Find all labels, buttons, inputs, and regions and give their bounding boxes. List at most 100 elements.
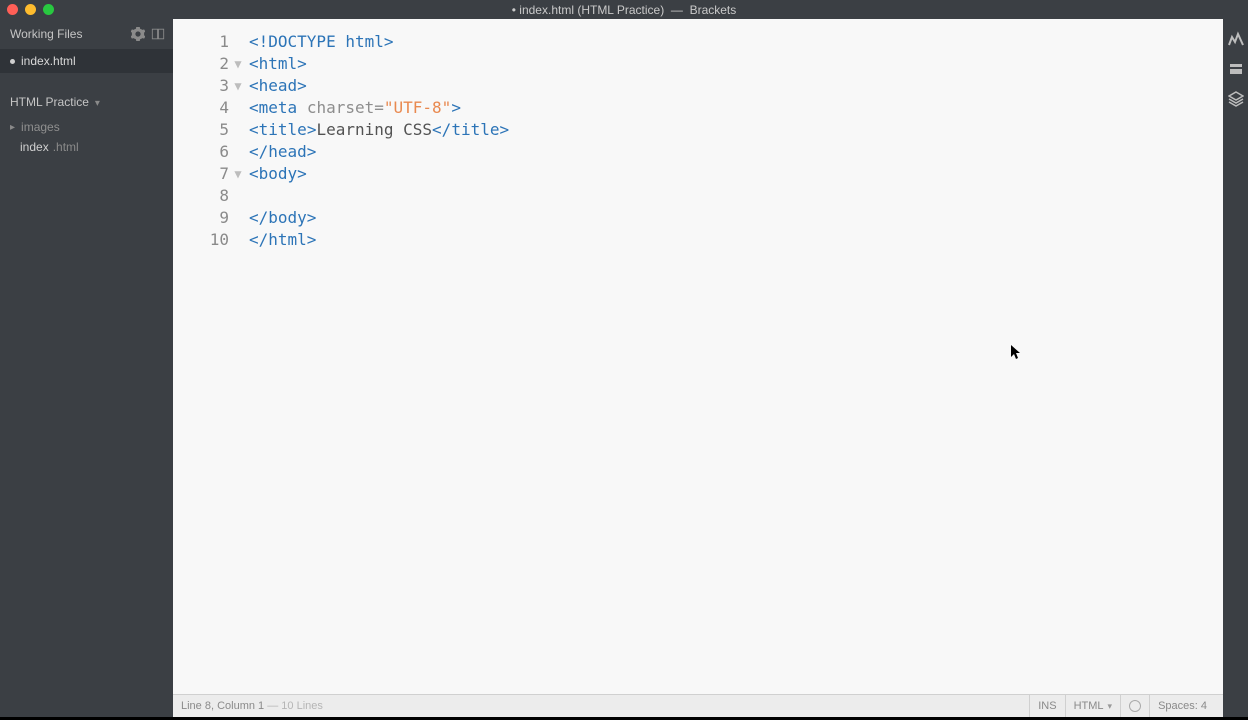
gutter-line: 3▼ — [173, 75, 249, 97]
extensions-icon[interactable] — [1228, 61, 1244, 77]
insert-mode-label: INS — [1038, 700, 1056, 712]
tree-folder-name: images — [21, 120, 60, 134]
statusbar-cursor-info: Line 8, Column 1 — 10 Lines — [181, 700, 323, 712]
code-token: DOCTYPE html — [268, 32, 384, 51]
code-line[interactable]: </head> — [249, 141, 1223, 163]
gutter-line: 1 — [173, 31, 249, 53]
gutter-line: 5 — [173, 119, 249, 141]
code-line[interactable]: <body> — [249, 163, 1223, 185]
code-line[interactable]: <title>Learning CSS</title> — [249, 119, 1223, 141]
code-line[interactable]: </body> — [249, 207, 1223, 229]
code-line[interactable]: <html> — [249, 53, 1223, 75]
extract-icon[interactable] — [1228, 91, 1244, 107]
working-files-header: Working Files — [0, 19, 173, 49]
statusbar: Line 8, Column 1 — 10 Lines INS HTML ▾ S… — [173, 694, 1223, 717]
code-token: > — [384, 32, 394, 51]
code-token: head — [259, 76, 298, 95]
code-token: > — [297, 54, 307, 73]
editor-content[interactable]: <!DOCTYPE html><html><head><meta charset… — [249, 19, 1223, 694]
code-token: Learning CSS — [316, 120, 432, 139]
code-token: > — [307, 208, 317, 227]
code-line[interactable]: <head> — [249, 75, 1223, 97]
code-line[interactable] — [249, 185, 1223, 207]
code-token: < — [249, 120, 259, 139]
code-token: </ — [249, 230, 268, 249]
editor-gutter: 12▼3▼4567▼8910 — [173, 19, 249, 694]
code-line[interactable]: <meta charset="UTF-8"> — [249, 97, 1223, 119]
code-token: < — [249, 54, 259, 73]
file-tree: ▸ images index .html — [0, 115, 173, 157]
total-lines: 10 Lines — [281, 700, 323, 712]
code-token: meta — [259, 98, 298, 117]
code-token: body — [259, 164, 298, 183]
sidebar: Working Files index .html HTML Practice ▸… — [0, 19, 173, 717]
code-line[interactable]: </html> — [249, 229, 1223, 251]
code-token: > — [297, 164, 307, 183]
window-controls — [7, 4, 54, 15]
chevron-down-icon: ▾ — [1108, 701, 1113, 712]
minimize-window-button[interactable] — [25, 4, 36, 15]
live-preview-icon[interactable] — [1228, 31, 1244, 47]
language-label: HTML — [1074, 700, 1104, 712]
language-selector[interactable]: HTML ▾ — [1065, 695, 1120, 717]
cursor-position: Line 8, Column 1 — [181, 700, 264, 712]
code-token: <! — [249, 32, 268, 51]
tree-file[interactable]: index .html — [0, 137, 173, 157]
gutter-line: 9 — [173, 207, 249, 229]
modified-dot-icon — [10, 59, 15, 64]
split-view-icon[interactable] — [151, 27, 165, 41]
window-title-app: Brackets — [690, 3, 737, 17]
code-token: < — [249, 76, 259, 95]
code-token: </ — [249, 142, 268, 161]
code-token: > — [307, 230, 317, 249]
tree-file-ext: .html — [53, 140, 79, 154]
status-circle-icon — [1129, 700, 1141, 712]
project-dropdown[interactable]: HTML Practice — [0, 89, 173, 115]
linting-status[interactable] — [1120, 695, 1149, 717]
zoom-window-button[interactable] — [43, 4, 54, 15]
code-token: head — [268, 142, 307, 161]
chevron-right-icon: ▸ — [10, 122, 15, 133]
window-title: • index.html (HTML Practice) — Brackets — [0, 3, 1248, 17]
code-editor[interactable]: 12▼3▼4567▼8910 <!DOCTYPE html><html><hea… — [173, 19, 1223, 694]
gutter-line: 8 — [173, 185, 249, 207]
indent-label: Spaces: 4 — [1158, 700, 1207, 712]
close-window-button[interactable] — [7, 4, 18, 15]
fold-toggle-icon[interactable]: ▼ — [231, 75, 245, 97]
code-token: > — [499, 120, 509, 139]
code-token: < — [249, 98, 259, 117]
code-line[interactable]: <!DOCTYPE html> — [249, 31, 1223, 53]
code-token: > — [307, 120, 317, 139]
code-token: > — [307, 142, 317, 161]
window-title-modified-dot: • — [512, 3, 516, 17]
working-file-item[interactable]: index.html — [0, 49, 173, 73]
gear-icon[interactable] — [131, 27, 145, 41]
tree-folder[interactable]: ▸ images — [0, 117, 173, 137]
project-name: HTML Practice — [10, 95, 89, 109]
working-files-label: Working Files — [10, 27, 82, 41]
code-token: charset= — [307, 98, 384, 117]
gutter-line: 7▼ — [173, 163, 249, 185]
fold-toggle-icon[interactable]: ▼ — [231, 53, 245, 75]
code-token: html — [259, 54, 298, 73]
chevron-down-icon — [93, 95, 100, 109]
code-token: > — [297, 76, 307, 95]
gutter-line: 10 — [173, 229, 249, 251]
working-files-list: index.html — [0, 49, 173, 73]
indent-selector[interactable]: Spaces: 4 — [1149, 695, 1215, 717]
code-token: title — [451, 120, 499, 139]
insert-mode-toggle[interactable]: INS — [1029, 695, 1064, 717]
fold-toggle-icon[interactable]: ▼ — [231, 163, 245, 185]
tree-file-base: index — [20, 140, 49, 154]
code-token: </ — [249, 208, 268, 227]
code-token: < — [249, 164, 259, 183]
code-token — [297, 98, 307, 117]
code-token: > — [451, 98, 461, 117]
working-file-name: index.html — [21, 54, 76, 68]
gutter-line: 4 — [173, 97, 249, 119]
code-token: "UTF-8" — [384, 98, 451, 117]
code-token: title — [259, 120, 307, 139]
code-token: </ — [432, 120, 451, 139]
titlebar: • index.html (HTML Practice) — Brackets — [0, 0, 1248, 19]
code-token: html — [268, 230, 307, 249]
